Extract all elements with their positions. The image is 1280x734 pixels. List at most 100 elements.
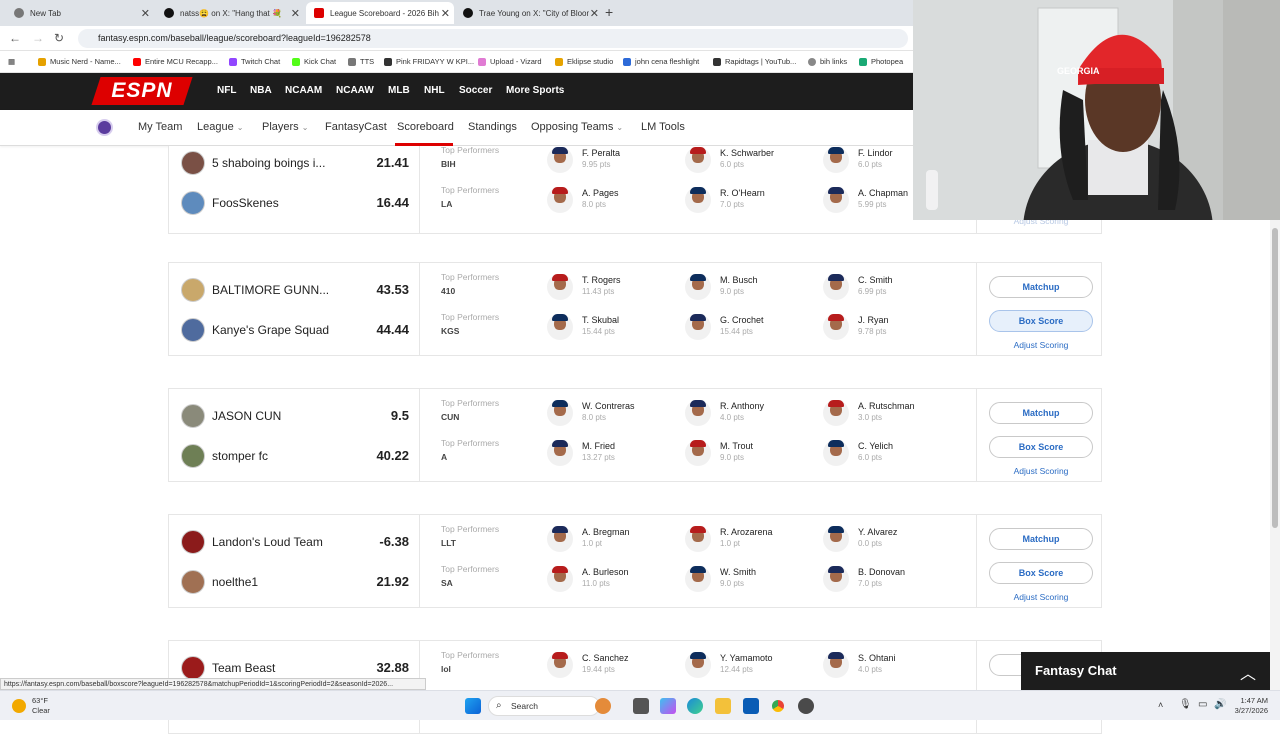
windows-start-icon[interactable] xyxy=(465,698,481,714)
close-tab-icon[interactable]: ✕ xyxy=(590,7,599,20)
subnav-opposing-teams[interactable]: Opposing Teams ⌄ xyxy=(531,121,623,133)
team-logo[interactable] xyxy=(181,404,205,428)
volume-icon[interactable]: 🔊 xyxy=(1214,699,1226,710)
bookmark[interactable]: john cena fleshlight xyxy=(623,57,699,66)
player-name[interactable]: W. Smith xyxy=(720,567,756,577)
team-logo[interactable] xyxy=(181,656,205,680)
player-name[interactable]: S. Ohtani xyxy=(858,653,896,663)
player-name[interactable]: G. Crochet xyxy=(720,315,764,325)
team-logo[interactable] xyxy=(181,570,205,594)
matchup-button[interactable]: Matchup xyxy=(989,276,1093,298)
player-performer[interactable]: A. Pages 8.0 pts xyxy=(547,185,677,215)
team-name[interactable]: JASON CUN xyxy=(212,409,342,423)
team-name[interactable]: Team Beast xyxy=(212,661,342,675)
adjust-scoring-link[interactable]: Adjust Scoring xyxy=(989,466,1093,476)
player-performer[interactable]: W. Smith 9.0 pts xyxy=(685,564,815,594)
team-row[interactable]: stomper fc 40.22 xyxy=(169,436,419,476)
team-name[interactable]: Landon's Loud Team xyxy=(212,535,342,549)
microphone-icon[interactable]: 🎙 xyxy=(1179,699,1192,710)
player-performer[interactable]: J. Ryan 9.78 pts xyxy=(823,312,953,342)
player-performer[interactable]: T. Rogers 11.43 pts xyxy=(547,272,677,302)
box-score-button[interactable]: Box Score xyxy=(989,436,1093,458)
bookmark[interactable]: Kick Chat xyxy=(292,57,336,66)
player-name[interactable]: J. Ryan xyxy=(858,315,889,325)
box-score-button[interactable]: Box Score xyxy=(989,562,1093,584)
player-name[interactable]: C. Yelich xyxy=(858,441,893,451)
player-name[interactable]: Y. Alvarez xyxy=(858,527,897,537)
player-performer[interactable]: Y. Alvarez 0.0 pts xyxy=(823,524,953,554)
back-icon[interactable]: ← xyxy=(9,31,21,45)
player-name[interactable]: W. Contreras xyxy=(582,401,635,411)
team-name[interactable]: FoosSkenes xyxy=(212,196,342,210)
clock-time[interactable]: 1:47 AM xyxy=(1232,696,1268,705)
apps-icon[interactable]: ▦ xyxy=(8,57,15,66)
team-row[interactable]: BALTIMORE GUNN... 43.53 xyxy=(169,270,419,310)
nav-more-sports[interactable]: More Sports xyxy=(506,85,564,96)
bookmark[interactable]: bih links xyxy=(808,57,847,66)
player-performer[interactable]: T. Skubal 15.44 pts xyxy=(547,312,677,342)
player-performer[interactable]: F. Peralta 9.95 pts xyxy=(547,145,677,175)
player-performer[interactable]: B. Donovan 7.0 pts xyxy=(823,564,953,594)
player-name[interactable]: B. Donovan xyxy=(858,567,905,577)
player-performer[interactable]: M. Busch 9.0 pts xyxy=(685,272,815,302)
bookmark[interactable]: Pink FRIDAYY W KPI... xyxy=(384,57,474,66)
team-logo[interactable] xyxy=(181,278,205,302)
bookmark[interactable]: Photopea xyxy=(859,57,903,66)
nav-ncaaw[interactable]: NCAAW xyxy=(336,85,374,96)
player-name[interactable]: A. Burleson xyxy=(582,567,629,577)
bookmark[interactable]: Entire MCU Recapp... xyxy=(133,57,218,66)
player-name[interactable]: M. Fried xyxy=(582,441,615,451)
adjust-scoring-link[interactable]: Adjust Scoring xyxy=(989,592,1093,602)
player-performer[interactable]: Y. Yamamoto 12.44 pts xyxy=(685,650,815,680)
team-row[interactable]: 5 shaboing boings i... 21.41 xyxy=(169,143,419,183)
team-logo[interactable] xyxy=(181,151,205,175)
copilot-icon[interactable] xyxy=(660,698,676,714)
team-logo[interactable] xyxy=(181,444,205,468)
browser-tab[interactable]: natss😩 on X: "Hang that 💐 ✕ xyxy=(156,2,304,24)
subnav-players[interactable]: Players ⌄ xyxy=(262,121,308,133)
player-performer[interactable]: R. Arozarena 1.0 pt xyxy=(685,524,815,554)
task-view-icon[interactable] xyxy=(633,698,649,714)
team-row[interactable]: Kanye's Grape Squad 44.44 xyxy=(169,310,419,350)
edge-icon[interactable] xyxy=(687,698,703,714)
league-logo[interactable] xyxy=(96,119,113,136)
player-name[interactable]: A. Chapman xyxy=(858,188,908,198)
nav-mlb[interactable]: MLB xyxy=(388,85,410,96)
fantasy-chat-panel[interactable]: Fantasy Chat ︿ xyxy=(1021,652,1270,690)
subnav-scoreboard[interactable]: Scoreboard xyxy=(397,121,454,133)
browser-tab[interactable]: New Tab ✕ xyxy=(6,2,154,24)
player-performer[interactable]: C. Yelich 6.0 pts xyxy=(823,438,953,468)
browser-tab[interactable]: Trae Young on X: "City of Bloom ✕ xyxy=(455,2,603,24)
nav-ncaam[interactable]: NCAAM xyxy=(285,85,322,96)
player-performer[interactable]: K. Schwarber 6.0 pts xyxy=(685,145,815,175)
page-scroll-thumb[interactable] xyxy=(1272,228,1278,528)
subnav-lm-tools[interactable]: LM Tools xyxy=(641,121,685,133)
subnav-my-team[interactable]: My Team xyxy=(138,121,182,133)
close-tab-icon[interactable]: ✕ xyxy=(141,7,150,20)
player-performer[interactable]: C. Sanchez 19.44 pts xyxy=(547,650,677,680)
player-name[interactable]: C. Sanchez xyxy=(582,653,629,663)
bookmark[interactable]: TTS xyxy=(348,57,374,66)
browser-tab-active[interactable]: League Scoreboard - 2026 Bih ✕ xyxy=(306,2,454,24)
clock-date[interactable]: 3/27/2026 xyxy=(1226,706,1268,715)
file-explorer-icon[interactable] xyxy=(715,698,731,714)
player-name[interactable]: F. Peralta xyxy=(582,148,620,158)
player-performer[interactable]: M. Trout 9.0 pts xyxy=(685,438,815,468)
player-name[interactable]: Y. Yamamoto xyxy=(720,653,773,663)
team-name[interactable]: 5 shaboing boings i... xyxy=(212,156,342,170)
player-performer[interactable]: W. Contreras 8.0 pts xyxy=(547,398,677,428)
team-row[interactable]: FoosSkenes 16.44 xyxy=(169,183,419,223)
team-logo[interactable] xyxy=(181,530,205,554)
team-logo[interactable] xyxy=(181,318,205,342)
bookmark[interactable]: Eklipse studio xyxy=(555,57,613,66)
player-performer[interactable]: C. Smith 6.99 pts xyxy=(823,272,953,302)
player-name[interactable]: F. Lindor xyxy=(858,148,893,158)
bookmark[interactable]: Upload - Vizard xyxy=(478,57,542,66)
nav-nhl[interactable]: NHL xyxy=(424,85,445,96)
team-name[interactable]: Kanye's Grape Squad xyxy=(212,323,342,337)
team-name[interactable]: BALTIMORE GUNN... xyxy=(212,283,342,297)
player-performer[interactable]: R. Anthony 4.0 pts xyxy=(685,398,815,428)
player-name[interactable]: M. Busch xyxy=(720,275,758,285)
player-name[interactable]: R. Anthony xyxy=(720,401,764,411)
app-icon[interactable] xyxy=(798,698,814,714)
